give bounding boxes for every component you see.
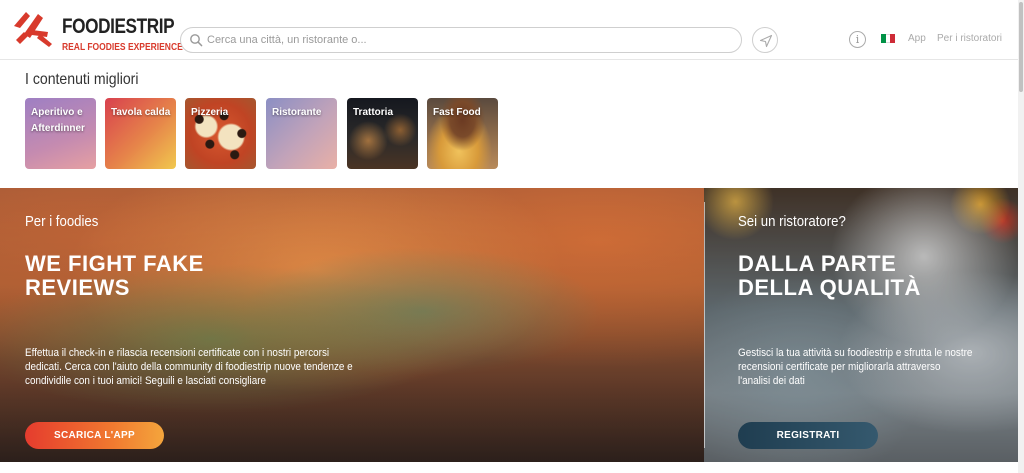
category-tavola-calda[interactable]: Tavola calda (105, 98, 176, 169)
foodies-description: Effettua il check-in e rilascia recensio… (25, 347, 353, 387)
search-input[interactable] (207, 31, 727, 49)
foodiestrip-logo[interactable]: FOODIESTRIP REAL FOODIES EXPERIENCE (10, 4, 183, 54)
logo-mark-icon (14, 12, 52, 47)
hero-foodies-background (0, 188, 704, 462)
categories-title: I contenuti migliori (25, 71, 139, 88)
category-fast-food[interactable]: Fast Food (427, 98, 498, 169)
category-trattoria[interactable]: Trattoria (347, 98, 418, 169)
logo-title: FOODIESTRIP (62, 15, 175, 38)
location-button[interactable] (752, 27, 778, 53)
foodies-subtitle: Per i foodies (25, 213, 99, 230)
hero-banner: Per i foodies WE FIGHT FAKE REVIEWS Effe… (0, 188, 1018, 462)
download-app-button[interactable]: SCARICA L'APP (25, 422, 164, 449)
search-bar[interactable] (180, 27, 742, 53)
category-label: Trattoria (353, 107, 394, 118)
restaurateur-subtitle: Sei un ristoratore? (738, 213, 846, 230)
scrollbar-thumb[interactable] (1019, 2, 1023, 92)
search-icon (190, 34, 203, 47)
restaurateur-title-line1: DALLA PARTE (738, 251, 897, 276)
category-label: Tavola calda (111, 107, 171, 118)
category-label: Fast Food (433, 107, 481, 118)
top-header: FOODIESTRIP REAL FOODIES EXPERIENCE i Ap… (0, 0, 1018, 60)
nav-app-link[interactable]: App (908, 33, 926, 44)
category-pizzeria[interactable]: Pizzeria (185, 98, 256, 169)
category-label: Pizzeria (191, 107, 229, 118)
restaurateur-description: Gestisci la tua attività su foodiestrip … (738, 347, 973, 387)
category-label: Aperitivo e Afterdinner (31, 107, 85, 134)
restaurateur-title-line2: DELLA QUALITÀ (738, 275, 921, 300)
info-icon[interactable]: i (849, 31, 866, 48)
foodies-title-line2: REVIEWS (25, 275, 130, 300)
foodies-title-line1: WE FIGHT FAKE (25, 251, 204, 276)
location-arrow-icon (759, 34, 773, 48)
hero-divider (704, 202, 705, 448)
italy-flag-icon[interactable] (881, 34, 896, 43)
logo-tagline: REAL FOODIES EXPERIENCE (62, 42, 183, 53)
register-button[interactable]: REGISTRATI (738, 422, 878, 449)
nav-restaurants-link[interactable]: Per i ristoratori (937, 33, 1002, 44)
page-scrollbar[interactable] (1018, 0, 1024, 473)
category-ristorante[interactable]: Ristorante (266, 98, 337, 169)
category-aperitivo[interactable]: Aperitivo e Afterdinner (25, 98, 96, 169)
category-label: Ristorante (272, 107, 322, 118)
